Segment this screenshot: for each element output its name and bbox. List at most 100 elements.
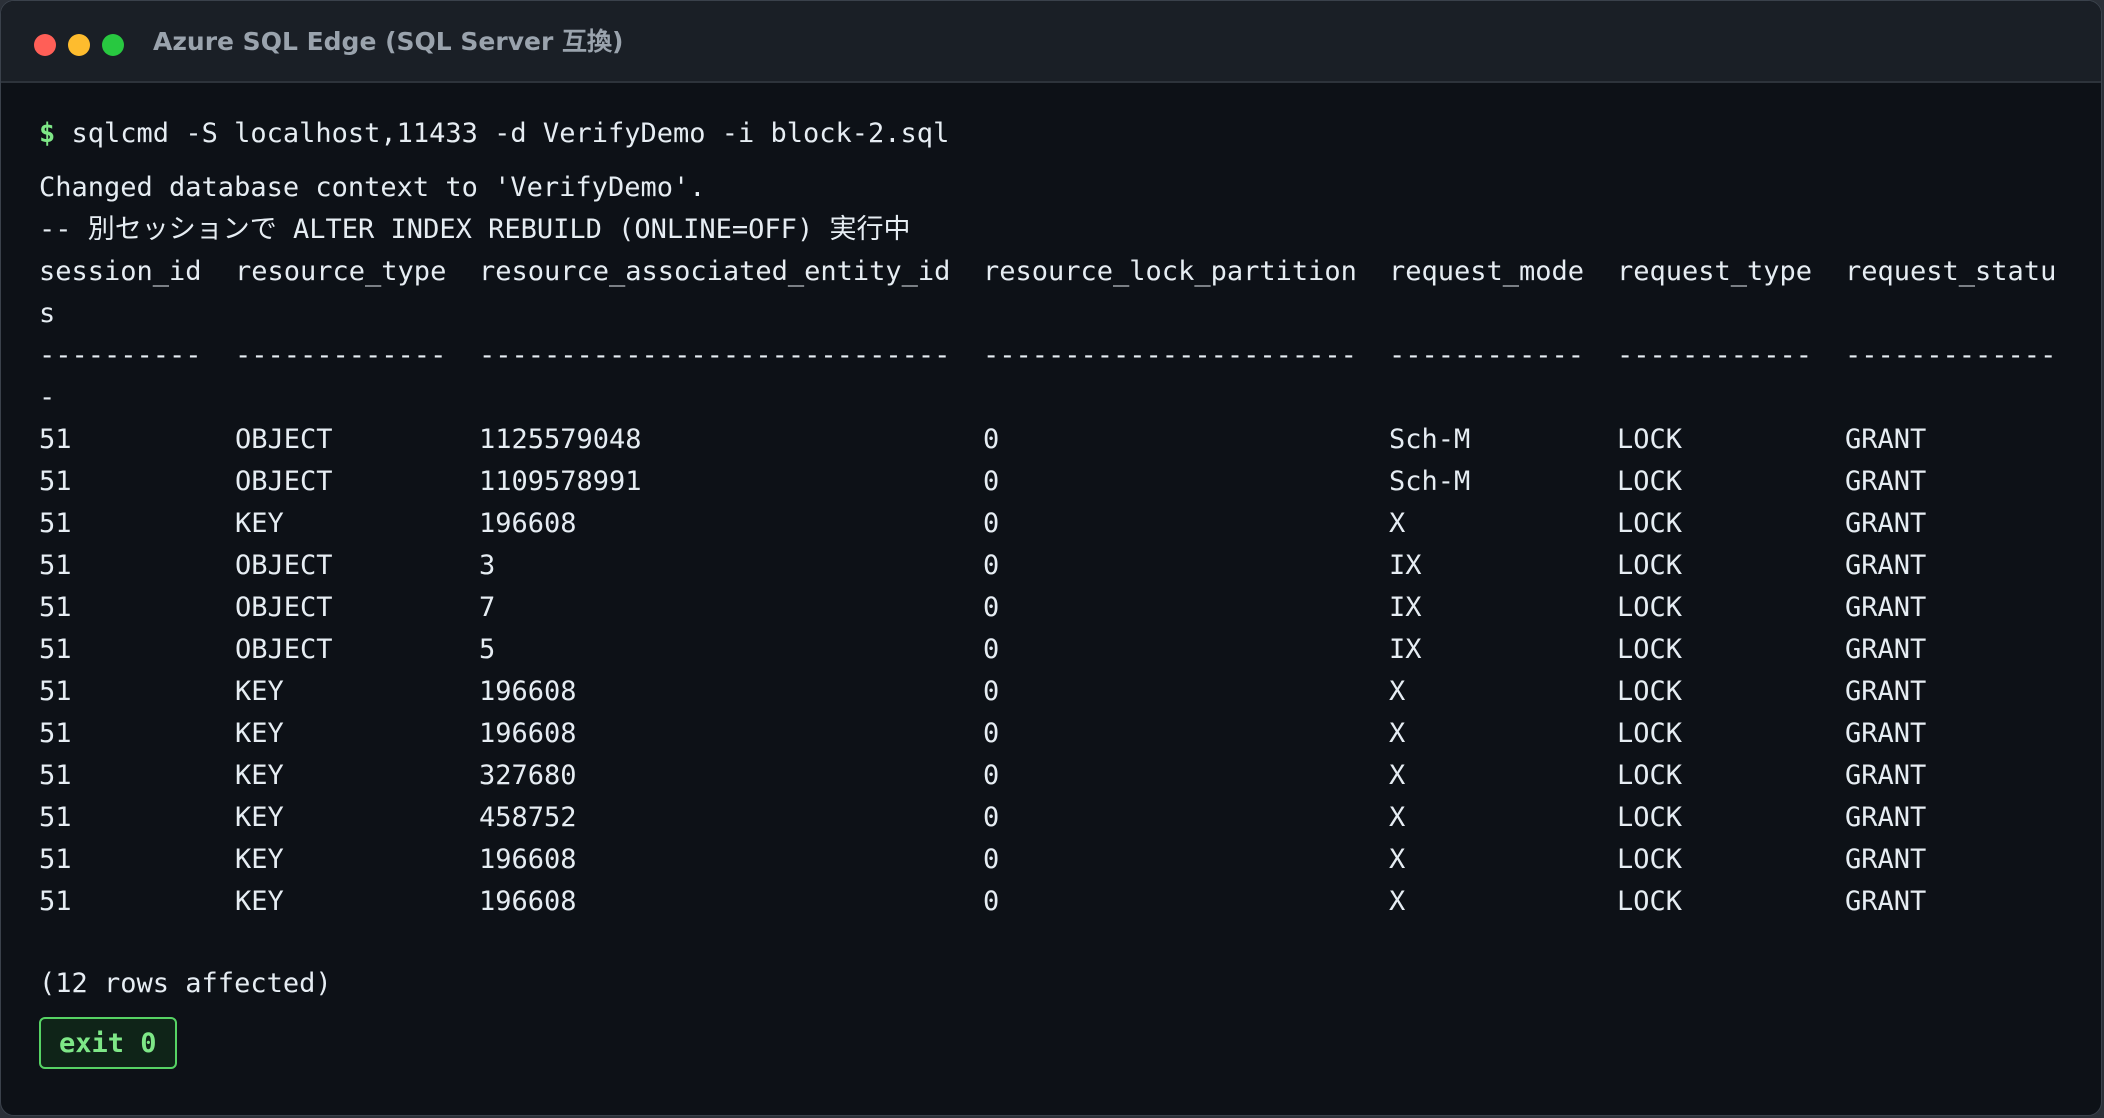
table-cell: X <box>1389 718 1406 749</box>
column-header: request_mode <box>1389 256 1585 287</box>
table-cell: GRANT <box>1845 676 1927 707</box>
table-cell: GRANT <box>1845 508 1927 539</box>
table-cell: GRANT <box>1845 634 1927 665</box>
table-cell: 51 <box>39 802 72 833</box>
table-cell: 0 <box>983 760 1000 791</box>
table-cell: KEY <box>235 676 284 707</box>
table-cell: 7 <box>479 592 496 623</box>
table-cell: 0 <box>983 424 1000 455</box>
table-cell: LOCK <box>1617 508 1683 539</box>
table-cell: 51 <box>39 550 72 581</box>
table-cell: 51 <box>39 634 72 665</box>
table-cell: OBJECT <box>235 424 333 455</box>
column-header: session_id <box>39 256 202 287</box>
table-cell: 196608 <box>479 886 577 917</box>
table-cell: 0 <box>983 718 1000 749</box>
separator: ----------------------------- <box>479 340 951 371</box>
table-cell: KEY <box>235 844 284 875</box>
rows-affected-text: (12 rows affected) <box>39 968 332 999</box>
table-cell: KEY <box>235 508 284 539</box>
table-cell: 0 <box>983 592 1000 623</box>
table-cell: IX <box>1389 592 1422 623</box>
zoom-traffic-light-icon[interactable] <box>102 34 124 56</box>
separator: ------------- <box>1845 340 2057 371</box>
table-cell: X <box>1389 802 1406 833</box>
separator: ----------------------- <box>983 340 1357 371</box>
separator: ------------ <box>1389 340 1585 371</box>
table-cell: GRANT <box>1845 424 1927 455</box>
separator-row: ---------- ------------- ---------------… <box>39 335 2063 377</box>
table-cell: LOCK <box>1617 424 1683 455</box>
table-cell: 3 <box>479 550 496 581</box>
exit-status-badge: exit 0 <box>39 1017 177 1069</box>
table-cell: 1109578991 <box>479 466 642 497</box>
table-cell: LOCK <box>1617 760 1683 791</box>
title-bar: Azure SQL Edge (SQL Server 互換) <box>1 1 2101 83</box>
table-cell: X <box>1389 676 1406 707</box>
table-cell: Sch-M <box>1389 424 1471 455</box>
column-header: resource_type <box>235 256 447 287</box>
table-cell: X <box>1389 886 1406 917</box>
table-cell: 0 <box>983 844 1000 875</box>
column-header: resource_associated_entity_id <box>479 256 951 287</box>
table-cell: GRANT <box>1845 550 1927 581</box>
table-cell: 196608 <box>479 508 577 539</box>
table-cell: 0 <box>983 466 1000 497</box>
table-cell: 51 <box>39 760 72 791</box>
table-cell: KEY <box>235 760 284 791</box>
table-cell: 0 <box>983 508 1000 539</box>
table-cell: LOCK <box>1617 676 1683 707</box>
table-cell: 0 <box>983 634 1000 665</box>
table-cell: LOCK <box>1617 886 1683 917</box>
table-cell: 51 <box>39 592 72 623</box>
table-cell: 51 <box>39 424 72 455</box>
table-cell: KEY <box>235 886 284 917</box>
table-cell: 51 <box>39 466 72 497</box>
table-cell: OBJECT <box>235 592 333 623</box>
minimize-traffic-light-icon[interactable] <box>68 34 90 56</box>
command-line: $ sqlcmd -S localhost,11433 -d VerifyDem… <box>39 113 2063 155</box>
column-header: request_type <box>1617 256 1813 287</box>
table-cell: GRANT <box>1845 760 1927 791</box>
table-cell: 51 <box>39 844 72 875</box>
terminal-window: Azure SQL Edge (SQL Server 互換) $ sqlcmd … <box>0 0 2102 1116</box>
column-header: resource_lock_partition <box>983 256 1357 287</box>
separator: ------------- <box>235 340 447 371</box>
table-cell: 51 <box>39 886 72 917</box>
table-cell: 458752 <box>479 802 577 833</box>
table-cell: LOCK <box>1617 844 1683 875</box>
table-cell: OBJECT <box>235 550 333 581</box>
output-line: -- 別セッションで ALTER INDEX REBUILD (ONLINE=O… <box>39 214 911 245</box>
table-cell: 1125579048 <box>479 424 642 455</box>
table-cell: 196608 <box>479 676 577 707</box>
table-cell: GRANT <box>1845 886 1927 917</box>
table-cell: LOCK <box>1617 718 1683 749</box>
table-cell: GRANT <box>1845 592 1927 623</box>
table-cell: LOCK <box>1617 592 1683 623</box>
table-cell: LOCK <box>1617 550 1683 581</box>
table-cell: IX <box>1389 550 1422 581</box>
table-cell: LOCK <box>1617 634 1683 665</box>
terminal-output[interactable]: $ sqlcmd -S localhost,11433 -d VerifyDem… <box>39 113 2063 1115</box>
table-cell: LOCK <box>1617 466 1683 497</box>
table-cell: 0 <box>983 886 1000 917</box>
table-cell: 196608 <box>479 844 577 875</box>
table-cell: 327680 <box>479 760 577 791</box>
separator-wrap-text: - <box>39 382 56 413</box>
header-wrap-text: s <box>39 298 56 329</box>
table-cell: X <box>1389 844 1406 875</box>
output-line: Changed database context to 'VerifyDemo'… <box>39 172 706 203</box>
table-cell: 0 <box>983 676 1000 707</box>
lock-rows: 51 OBJECT 1125579048 0 Sch-M LOCK GRANT 51 OBJEC… <box>39 419 2063 923</box>
table-cell: Sch-M <box>1389 466 1471 497</box>
separator: ---------- <box>39 340 202 371</box>
lock-results-table: session_id resource_type resource_associ… <box>39 251 2063 293</box>
close-traffic-light-icon[interactable] <box>34 34 56 56</box>
table-cell: OBJECT <box>235 634 333 665</box>
column-header: request_statu <box>1845 256 2057 287</box>
prompt-symbol: $ <box>39 118 56 149</box>
table-cell: IX <box>1389 634 1422 665</box>
table-cell: GRANT <box>1845 802 1927 833</box>
table-cell: X <box>1389 508 1406 539</box>
